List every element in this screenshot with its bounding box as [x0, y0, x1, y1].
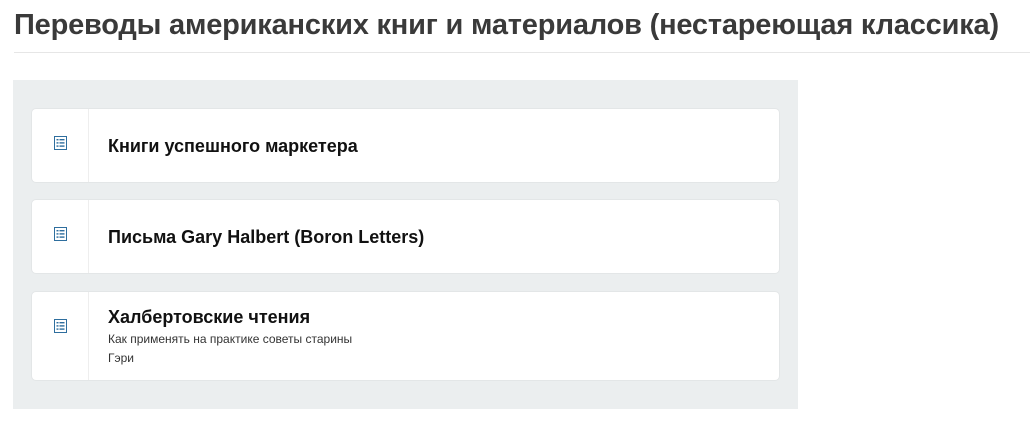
document-list-icon [54, 136, 67, 150]
card-title[interactable]: Книги успешного маркетера [108, 135, 358, 157]
card-icon-column [32, 109, 89, 182]
document-list-icon [54, 319, 67, 333]
page: Переводы американских книг и материалов … [0, 0, 1030, 423]
lesson-card[interactable]: Книги успешного маркетера [32, 109, 779, 182]
card-icon-column [32, 292, 89, 380]
lesson-card[interactable]: Халбертовские чтения Как применять на пр… [32, 292, 779, 380]
card-icon-column [32, 200, 89, 273]
card-description: Как применять на практике советы старины… [108, 332, 353, 365]
card-title[interactable]: Халбертовские чтения [108, 306, 378, 328]
card-title[interactable]: Письма Gary Halbert (Boron Letters) [108, 226, 424, 248]
document-list-icon [54, 227, 67, 241]
card-body: Письма Gary Halbert (Boron Letters) [89, 200, 424, 273]
card-body: Книги успешного маркетера [89, 109, 358, 182]
page-title: Переводы американских книг и материалов … [14, 9, 999, 41]
lessons-panel: Книги успешного маркетера Письма Gary Ha… [13, 80, 798, 409]
card-body: Халбертовские чтения Как применять на пр… [89, 292, 378, 380]
title-divider [14, 52, 1030, 53]
lesson-card[interactable]: Письма Gary Halbert (Boron Letters) [32, 200, 779, 273]
